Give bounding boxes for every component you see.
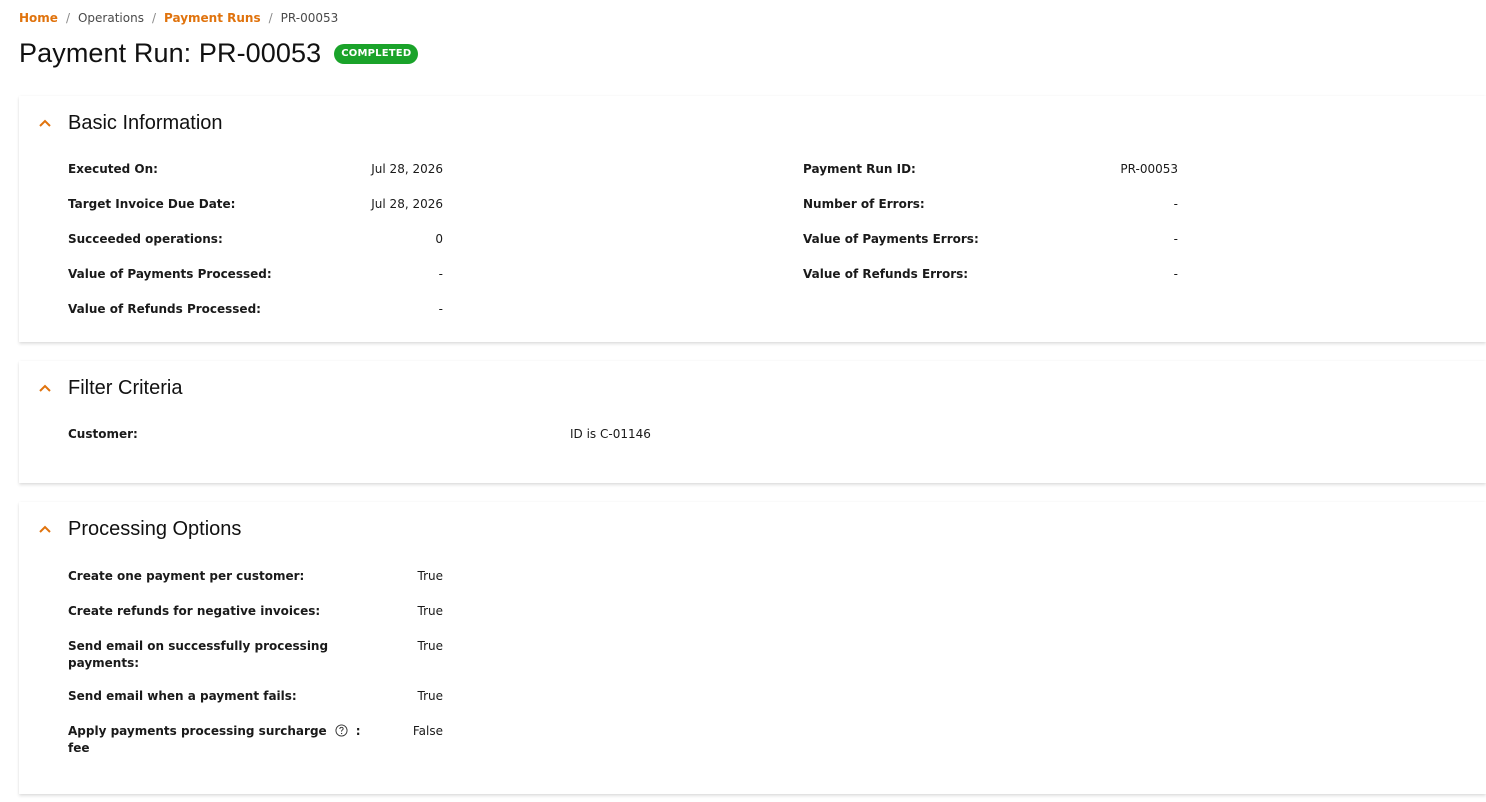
breadcrumb-separator: / (65, 11, 70, 25)
basic-information-panel: Basic Information Executed On: Jul 28, 2… (19, 96, 1486, 342)
processing-options-title: Processing Options (68, 518, 242, 540)
value-of-payments-errors-label: Value of Payments Errors: (803, 232, 979, 246)
send-email-fail-label: Send email when a payment fails: (68, 689, 297, 703)
page-title: Payment Run: PR-00053 (19, 38, 322, 68)
basic-information-header[interactable]: Basic Information (19, 96, 1486, 156)
filter-criteria-panel: Filter Criteria Customer: ID is C-01146 (19, 361, 1486, 483)
processing-options-header[interactable]: Processing Options (19, 502, 1486, 562)
target-invoice-due-date-label: Target Invoice Due Date: (68, 197, 236, 211)
value-of-payments-processed-label: Value of Payments Processed: (68, 267, 272, 281)
send-email-fail-value: True (417, 689, 444, 703)
chevron-up-icon (39, 384, 51, 392)
chevron-up-icon (39, 525, 51, 533)
customer-value: ID is C-01146 (570, 427, 651, 441)
apply-surcharge-value: False (412, 724, 443, 738)
breadcrumb: Home / Operations / Payment Runs / PR-00… (19, 10, 338, 26)
executed-on-label: Executed On: (68, 162, 158, 176)
value-of-refunds-processed-label: Value of Refunds Processed: (68, 302, 261, 316)
create-refunds-label: Create refunds for negative invoices: (68, 604, 321, 618)
apply-surcharge-label-text: Apply payments processing surcharge (68, 724, 327, 738)
create-refunds-value: True (417, 604, 444, 618)
executed-on-value: Jul 28, 2026 (371, 162, 443, 176)
succeeded-operations-value: 0 (435, 232, 443, 246)
number-of-errors-label: Number of Errors: (803, 197, 925, 211)
create-one-payment-value: True (417, 569, 444, 583)
payment-run-id-label: Payment Run ID: (803, 162, 916, 176)
value-of-refunds-processed-value: - (438, 302, 443, 316)
basic-information-title: Basic Information (68, 112, 223, 134)
breadcrumb-current: PR-00053 (280, 11, 339, 25)
send-email-success-value: True (417, 639, 444, 653)
payment-run-id-value: PR-00053 (1120, 162, 1178, 176)
send-email-success-label-line2: payments: (68, 656, 140, 670)
page-header: Payment Run: PR-00053 COMPLETED (19, 38, 419, 69)
succeeded-operations-label: Succeeded operations: (68, 232, 223, 246)
number-of-errors-value: - (1173, 197, 1178, 211)
send-email-success-label-line1: Send email on successfully processing (68, 639, 329, 653)
breadcrumb-separator: / (268, 11, 273, 25)
filter-criteria-title: Filter Criteria (68, 377, 183, 399)
breadcrumb-home-link[interactable]: Home (19, 10, 58, 26)
help-circle-icon[interactable] (335, 724, 348, 737)
create-one-payment-label: Create one payment per customer: (68, 569, 305, 583)
apply-surcharge-label-line2: fee (68, 741, 90, 755)
chevron-up-icon (39, 119, 51, 127)
filter-criteria-header[interactable]: Filter Criteria (19, 361, 1486, 421)
target-invoice-due-date-value: Jul 28, 2026 (371, 197, 443, 211)
apply-surcharge-label-line1: Apply payments processing surcharge : (68, 723, 361, 740)
breadcrumb-separator: / (151, 11, 157, 25)
value-of-refunds-errors-label: Value of Refunds Errors: (803, 267, 969, 281)
customer-label: Customer: (68, 427, 138, 441)
breadcrumb-operations: Operations (77, 11, 144, 25)
value-of-refunds-errors-value: - (1173, 267, 1178, 281)
apply-surcharge-colon: : (355, 724, 361, 738)
value-of-payments-errors-value: - (1173, 232, 1178, 246)
processing-options-panel: Processing Options Create one payment pe… (19, 502, 1486, 794)
value-of-payments-processed-value: - (438, 267, 443, 281)
breadcrumb-payment-runs-link[interactable]: Payment Runs (164, 10, 261, 26)
status-badge: COMPLETED (334, 43, 419, 64)
